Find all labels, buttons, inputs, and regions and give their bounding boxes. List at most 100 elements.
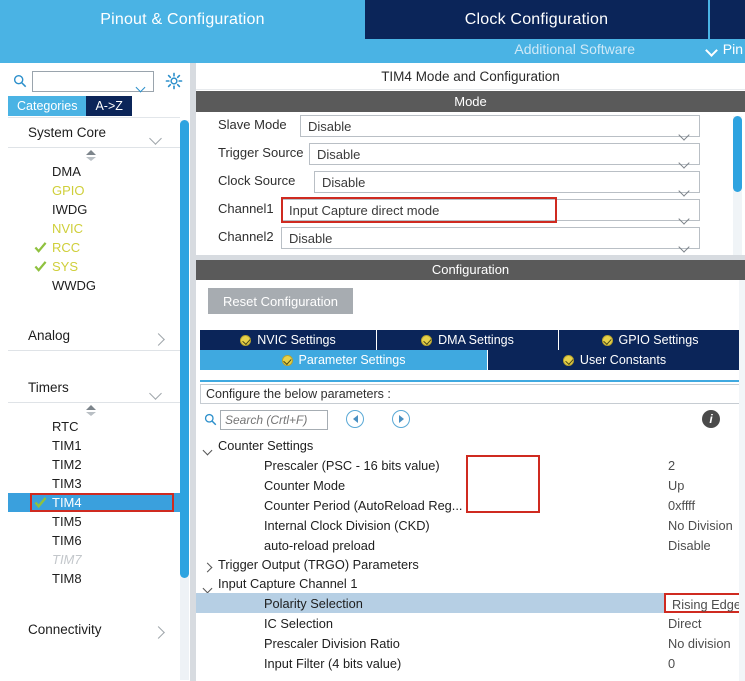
mode-select-clock-source[interactable]: Disable <box>314 171 700 193</box>
search-icon <box>204 413 217 426</box>
param-group-label: Counter Settings <box>218 438 314 453</box>
active-tab-underline <box>200 380 741 382</box>
tree-item-tim5[interactable]: TIM5 <box>8 512 180 531</box>
tab-dma-settings[interactable]: DMA Settings <box>377 330 559 350</box>
tree-item-label: NVIC <box>52 221 84 236</box>
tab-nvic-settings[interactable]: NVIC Settings <box>200 330 377 350</box>
param-row-polarity-selection[interactable]: Polarity Selection Rising Edge <box>196 593 745 613</box>
tree-item-label: TIM8 <box>52 571 82 586</box>
param-row-input-filter[interactable]: Input Filter (4 bits value) 0 <box>196 653 745 673</box>
tree-item-sys[interactable]: SYS <box>8 257 180 276</box>
param-name: auto-reload preload <box>264 538 375 553</box>
param-row-counter-mode[interactable]: Counter Mode Up <box>196 475 745 495</box>
configuration-panel: TIM4 Mode and Configuration Mode Slave M… <box>196 63 745 681</box>
gear-icon[interactable] <box>165 72 183 90</box>
mode-select-channel1[interactable]: Input Capture direct mode <box>281 199 700 221</box>
pinout-menu[interactable]: Pin <box>707 41 743 57</box>
mode-label-trigger-source: Trigger Source <box>218 145 304 160</box>
info-icon[interactable]: i <box>702 410 720 428</box>
chevron-down-icon <box>707 46 718 53</box>
mode-select-slave-mode[interactable]: Disable <box>300 115 700 137</box>
tree-item-tim2[interactable]: TIM2 <box>8 455 180 474</box>
config-scrollbar[interactable] <box>739 280 745 681</box>
param-group-counter-settings[interactable]: Counter Settings <box>196 436 745 455</box>
param-name: Counter Period (AutoReload Reg... <box>264 498 463 513</box>
mode-select-trigger-source[interactable]: Disable <box>309 143 700 165</box>
sidebar-view-tabs: Categories A->Z <box>8 96 132 116</box>
chevron-down-icon <box>680 215 691 221</box>
search-prev-button[interactable] <box>346 410 364 428</box>
tree-item-nvic[interactable]: NVIC <box>8 219 180 238</box>
param-value-editor-polarity[interactable]: Rising Edge <box>664 593 745 613</box>
tree-item-dma[interactable]: DMA <box>8 162 180 181</box>
config-tabs-row-2: Parameter Settings User Constants <box>200 350 741 370</box>
component-sidebar: Categories A->Z System Core DMA GPIO IWD… <box>0 63 190 681</box>
tree-item-label: DMA <box>52 164 81 179</box>
sidebar-scrollbar-thumb[interactable] <box>180 120 189 578</box>
tab-dma-settings-label: DMA Settings <box>438 333 514 347</box>
tab-user-constants[interactable]: User Constants <box>488 350 741 370</box>
param-row-prescaler[interactable]: Prescaler (PSC - 16 bits value) 2 <box>196 455 745 475</box>
param-value: 0 <box>668 656 676 671</box>
param-name: Counter Mode <box>264 478 346 493</box>
tree-group-timers[interactable]: Timers <box>8 373 180 403</box>
polarity-selection-input[interactable]: Rising Edge <box>664 593 745 613</box>
param-group-trgo-parameters[interactable]: Trigger Output (TRGO) Parameters <box>196 555 745 574</box>
search-next-button[interactable] <box>392 410 410 428</box>
tree-group-connectivity[interactable]: Connectivity <box>8 614 180 644</box>
tab-project-manager[interactable] <box>710 0 745 39</box>
mode-select-channel2[interactable]: Disable <box>281 227 700 249</box>
config-tabs-row-1: NVIC Settings DMA Settings GPIO Settings <box>200 330 741 350</box>
param-row-internal-clock-division[interactable]: Internal Clock Division (CKD) No Divisio… <box>196 515 745 535</box>
chevron-right-icon <box>398 415 404 423</box>
tree-scroll-spinner-2[interactable] <box>8 403 180 417</box>
parameter-search-input[interactable] <box>221 411 327 429</box>
param-row-auto-reload-preload[interactable]: auto-reload preload Disable <box>196 535 745 555</box>
tab-separator-2 <box>708 2 710 38</box>
tree-item-rtc[interactable]: RTC <box>8 417 180 436</box>
tab-gpio-settings-label: GPIO Settings <box>618 333 699 347</box>
additional-software-label[interactable]: Additional Software <box>514 41 635 57</box>
check-circle-icon <box>421 334 433 346</box>
tree-item-tim8[interactable]: TIM8 <box>8 569 180 588</box>
sidebar-tab-categories-label: Categories <box>17 99 78 113</box>
tree-group-system-core[interactable]: System Core <box>8 118 180 148</box>
param-name: Internal Clock Division (CKD) <box>264 518 430 533</box>
tab-parameter-settings[interactable]: Parameter Settings <box>200 350 488 370</box>
param-row-prescaler-division-ratio[interactable]: Prescaler Division Ratio No division <box>196 633 745 653</box>
mode-scrollbar[interactable] <box>733 116 742 256</box>
tree-item-iwdg[interactable]: IWDG <box>8 200 180 219</box>
mode-scrollbar-thumb[interactable] <box>733 116 742 192</box>
tree-item-gpio[interactable]: GPIO <box>8 181 180 200</box>
param-name: Prescaler Division Ratio <box>264 636 400 651</box>
tree-group-analog[interactable]: Analog <box>8 321 180 351</box>
sidebar-tab-categories[interactable]: Categories <box>8 96 87 116</box>
tab-user-constants-label: User Constants <box>579 353 667 367</box>
chevron-down-icon <box>204 585 213 591</box>
mode-label-channel2: Channel2 <box>218 229 274 244</box>
reset-configuration-button[interactable]: Reset Configuration <box>208 288 353 314</box>
tree-scroll-spinner[interactable] <box>8 148 180 162</box>
param-row-ic-selection[interactable]: IC Selection Direct <box>196 613 745 633</box>
tree-item-tim1[interactable]: TIM1 <box>8 436 180 455</box>
sidebar-scrollbar[interactable] <box>180 120 189 680</box>
tree-item-tim4[interactable]: TIM4 <box>8 493 180 512</box>
param-row-counter-period[interactable]: Counter Period (AutoReload Reg... 0xffff <box>196 495 745 515</box>
tree-item-wwdg[interactable]: WWDG <box>8 276 180 295</box>
configuration-section-header: Configuration <box>196 259 745 280</box>
tree-item-rcc[interactable]: RCC <box>8 238 180 257</box>
param-value: Disable <box>668 538 711 553</box>
tree-item-tim6[interactable]: TIM6 <box>8 531 180 550</box>
tab-clock-label: Clock Configuration <box>464 10 609 28</box>
sidebar-tab-a-to-z[interactable]: A->Z <box>86 96 132 116</box>
tab-pinout-configuration[interactable]: Pinout & Configuration <box>0 0 365 39</box>
sidebar-search-input[interactable] <box>32 71 154 92</box>
horizontal-splitter[interactable] <box>196 255 745 260</box>
tab-gpio-settings[interactable]: GPIO Settings <box>559 330 741 350</box>
chevron-right-icon <box>154 627 162 638</box>
tree-group-label: System Core <box>28 125 107 140</box>
param-group-input-capture-channel-1[interactable]: Input Capture Channel 1 <box>196 574 745 593</box>
tab-clock-configuration[interactable]: Clock Configuration <box>365 0 708 39</box>
tree-item-tim3[interactable]: TIM3 <box>8 474 180 493</box>
parameter-search-box[interactable] <box>220 410 328 430</box>
